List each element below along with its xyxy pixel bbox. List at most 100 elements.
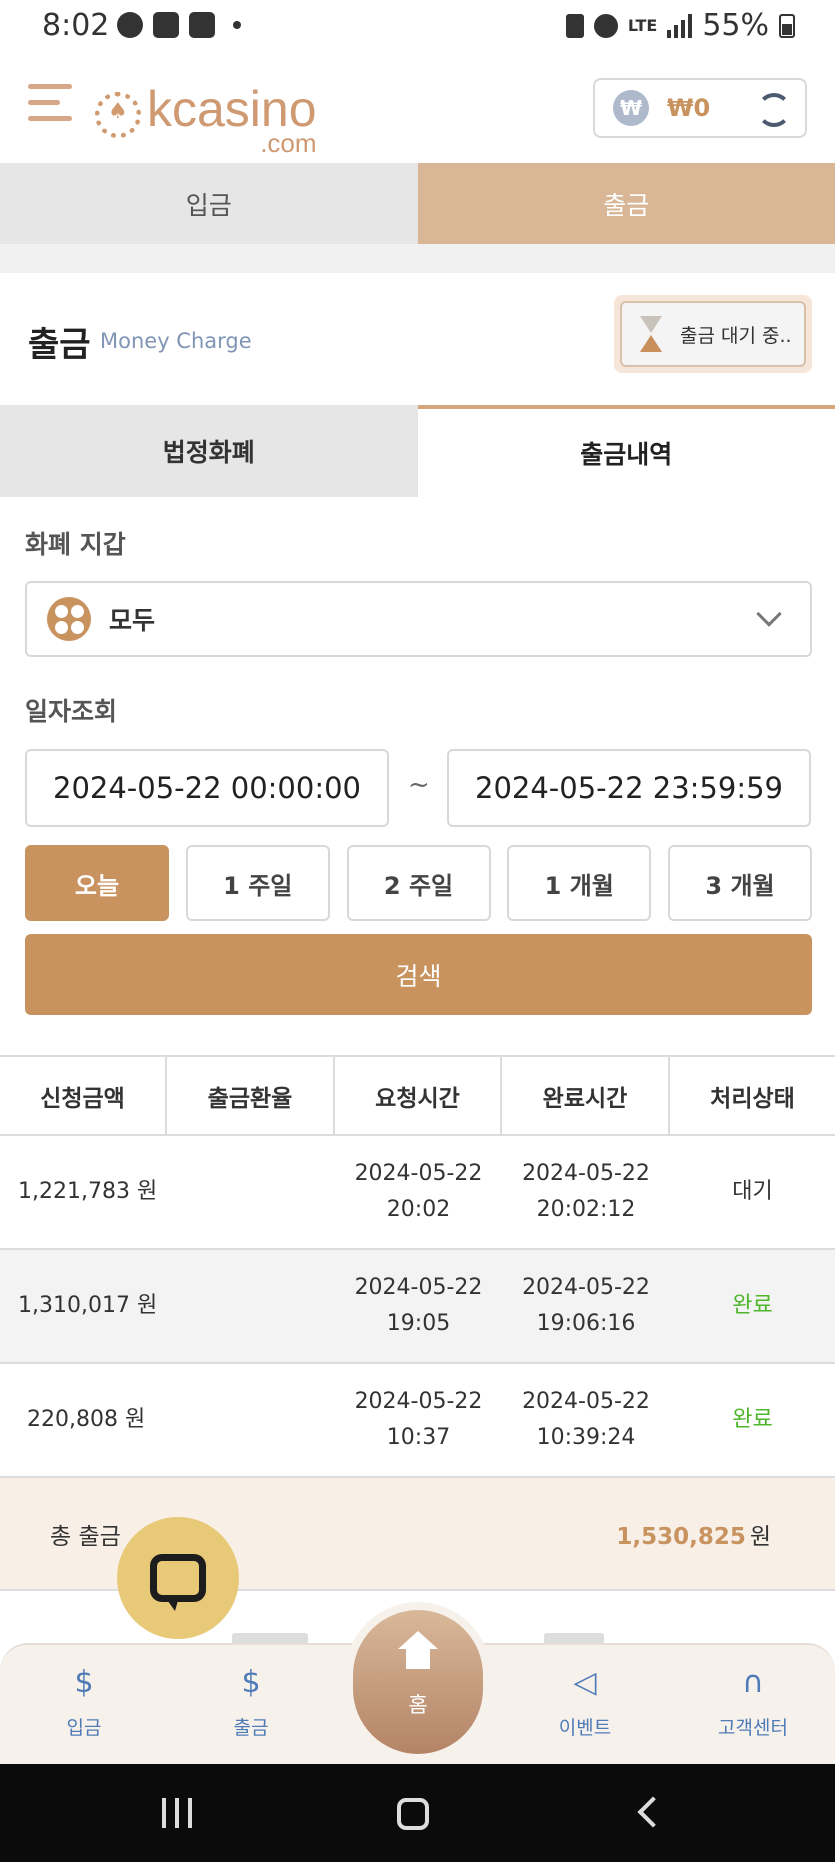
row-status: 대기 — [732, 1179, 773, 1204]
row-amount: 1,221,783 원 — [18, 1179, 158, 1204]
nav-support[interactable]: ∩ 고객센터 — [693, 1663, 813, 1740]
tab-withdraw[interactable]: 출금 — [417, 163, 835, 244]
battery-saver-icon — [565, 13, 584, 38]
logo[interactable]: kcasino .com — [95, 78, 317, 158]
deposit-icon: $ — [74, 1665, 94, 1700]
live-chat-button[interactable] — [117, 1517, 239, 1639]
header-request-time: 요청시간 — [335, 1057, 502, 1134]
chevron-down-icon — [756, 601, 782, 627]
row-request-time: 2024-05-22 19:05 — [354, 1275, 483, 1336]
header-status: 처리상태 — [710, 1085, 795, 1112]
row-rate — [167, 1364, 335, 1476]
system-home-icon[interactable] — [397, 1798, 429, 1830]
range-3month-button[interactable]: 3 개월 — [668, 845, 812, 921]
logo-domain: .com — [260, 128, 317, 158]
nav-deposit[interactable]: $ 입금 — [24, 1663, 144, 1740]
refresh-icon[interactable] — [757, 93, 791, 127]
tab-withdraw-history[interactable]: 출금내역 — [417, 405, 835, 497]
recent-apps-icon[interactable] — [162, 1798, 192, 1828]
table-row: 1,221,783 원 2024-05-22 20:02 2024-05-22 20… — [0, 1136, 835, 1250]
pending-withdraw-label: 출금 대기 중.. — [680, 324, 792, 347]
total-amount: 1,530,825 — [616, 1523, 746, 1550]
won-coin-icon: ₩ — [613, 90, 649, 126]
header-complete-time: 완료시간 — [502, 1057, 670, 1134]
status-bar: 8:02 LTE 55% — [0, 0, 835, 56]
system-indicators: LTE 55% — [565, 8, 795, 43]
chat-notification-icon — [117, 12, 143, 38]
start-date-input[interactable]: 2024-05-22 00:00:00 — [25, 749, 389, 827]
pending-withdraw-button[interactable]: 출금 대기 중.. — [620, 301, 806, 367]
pagination-next — [544, 1633, 604, 1643]
date-section-label: 일자조회 — [25, 697, 118, 726]
row-rate — [167, 1250, 335, 1362]
signal-icon — [667, 13, 693, 38]
grid-icon — [47, 597, 91, 641]
main-tabs: 입금 출금 — [0, 163, 835, 244]
balance-amount: ₩0 — [667, 94, 711, 122]
nav-label: 고객센터 — [718, 1717, 788, 1739]
header-rate: 출금환율 — [167, 1057, 335, 1134]
total-label: 총 출금 — [50, 1523, 121, 1550]
header-amount: 신청금액 — [0, 1057, 167, 1134]
logo-text: kcasino .com — [147, 81, 317, 158]
battery-icon — [779, 13, 795, 38]
headset-icon: ∩ — [742, 1665, 764, 1700]
menu-icon[interactable] — [28, 84, 72, 128]
row-rate — [167, 1136, 335, 1248]
range-1week-button[interactable]: 1 주일 — [185, 845, 330, 921]
range-2week-button[interactable]: 2 주일 — [346, 845, 491, 921]
pagination — [232, 1633, 308, 1643]
total-unit: 원 — [749, 1523, 771, 1550]
battery-percent: 55% — [702, 8, 769, 43]
withdraw-history-table: 신청금액 출금환율 요청시간 완료시간 처리상태 1,221,783 원 202… — [0, 1055, 835, 1591]
row-status: 완료 — [732, 1407, 773, 1432]
page-subtitle: Money Charge — [100, 329, 252, 353]
gallery-notification-icon — [153, 12, 179, 38]
network-type: LTE — [627, 16, 658, 35]
nav-home[interactable]: 홈 — [353, 1610, 483, 1754]
wallet-select[interactable]: 모두 — [25, 581, 812, 657]
page-button[interactable] — [544, 1633, 604, 1643]
page-title: 출금 — [28, 325, 91, 365]
row-complete-time: 2024-05-22 19:06:16 — [522, 1275, 650, 1336]
pending-withdraw-wrapper: 출금 대기 중.. — [614, 295, 812, 373]
range-today-button[interactable]: 오늘 — [25, 845, 169, 921]
nav-label: 이벤트 — [558, 1717, 612, 1739]
nav-withdraw[interactable]: $ 출금 — [191, 1663, 311, 1740]
megaphone-icon: ◁ — [573, 1665, 597, 1700]
nav-event[interactable]: ◁ 이벤트 — [525, 1663, 645, 1740]
table-row: 1,310,017 원 2024-05-22 19:05 2024-05-22 19… — [0, 1250, 835, 1364]
more-notifications-dot — [233, 21, 241, 29]
casino-chip-icon — [95, 92, 141, 138]
nav-label: 입금 — [66, 1717, 102, 1739]
row-request-time: 2024-05-22 10:37 — [354, 1389, 483, 1450]
row-complete-time: 2024-05-22 10:39:24 — [522, 1389, 650, 1450]
end-date-input[interactable]: 2024-05-22 23:59:59 — [447, 749, 811, 827]
table-header: 신청금액 출금환율 요청시간 완료시간 처리상태 — [0, 1055, 835, 1136]
notification-icons — [117, 12, 241, 38]
date-range-buttons: 오늘 1 주일 2 주일 1 개월 3 개월 — [25, 845, 812, 921]
table-row: 220,808 원 2024-05-22 10:37 2024-05-22 10:3… — [0, 1364, 835, 1478]
withdraw-icon: $ — [241, 1665, 261, 1700]
nav-label: 홈 — [408, 1693, 428, 1717]
back-icon[interactable] — [637, 1796, 669, 1828]
app-notification-icon — [189, 12, 215, 38]
wallet-select-value: 모두 — [109, 606, 156, 635]
app-header: kcasino .com ₩ ₩0 — [0, 56, 835, 163]
page-title-row: 출금 Money Charge 출금 대기 중.. — [0, 273, 835, 405]
row-request-time: 2024-05-22 20:02 — [354, 1161, 483, 1222]
page-button[interactable] — [232, 1633, 308, 1643]
nav-label: 출금 — [233, 1717, 269, 1739]
system-nav-bar — [0, 1764, 835, 1862]
balance-widget: ₩ ₩0 — [593, 78, 807, 138]
row-amount: 1,310,017 원 — [18, 1293, 158, 1318]
tab-deposit[interactable]: 입금 — [0, 163, 418, 244]
tab-fiat[interactable]: 법정화폐 — [0, 405, 418, 497]
search-button[interactable]: 검색 — [25, 934, 812, 1015]
home-icon — [398, 1631, 438, 1677]
chat-bubble-icon — [150, 1554, 206, 1611]
date-separator: ~ — [408, 770, 430, 800]
alarm-icon — [593, 13, 618, 38]
wallet-section-label: 화폐 지갑 — [25, 530, 126, 559]
range-1month-button[interactable]: 1 개월 — [507, 845, 652, 921]
